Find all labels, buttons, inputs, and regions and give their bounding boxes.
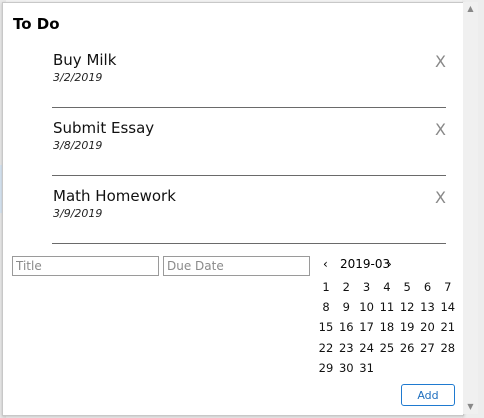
previous-month-icon[interactable]: ‹	[323, 257, 328, 271]
calendar-month-label: 2019-03	[340, 257, 391, 271]
calendar-day[interactable]: 20	[418, 317, 438, 337]
calendar-day[interactable]: 6	[418, 277, 438, 297]
todo-title: Math Homework	[53, 187, 176, 205]
calendar-day[interactable]: 27	[418, 338, 438, 358]
todo-popup: To Do Buy Milk 3/2/2019 X Submit Essay 3…	[2, 2, 464, 416]
calendar-day[interactable]: 31	[357, 358, 377, 378]
scroll-down-arrow-icon[interactable]: ▼	[463, 400, 478, 414]
todo-date: 3/8/2019	[53, 139, 103, 152]
calendar-day[interactable]: 21	[438, 317, 458, 337]
calendar-day[interactable]: 19	[397, 317, 417, 337]
calendar-header: ‹ 2019-03 ›	[316, 257, 462, 275]
todo-item: Submit Essay 3/8/2019 X	[52, 119, 446, 176]
calendar-day[interactable]: 29	[316, 358, 336, 378]
due-date-input[interactable]	[163, 256, 310, 276]
scrollbar[interactable]: ▲ ▼	[463, 2, 478, 414]
calendar-day[interactable]: 11	[377, 297, 397, 317]
todo-title: Submit Essay	[53, 119, 155, 137]
calendar-day[interactable]: 25	[377, 338, 397, 358]
calendar-day[interactable]: 14	[438, 297, 458, 317]
calendar-day[interactable]: 24	[357, 338, 377, 358]
calendar-day[interactable]: 7	[438, 277, 458, 297]
calendar-day[interactable]: 12	[397, 297, 417, 317]
calendar-day[interactable]: 3	[357, 277, 377, 297]
calendar-day[interactable]: 26	[397, 338, 417, 358]
todo-item: Buy Milk 3/2/2019 X	[52, 51, 446, 108]
add-button[interactable]: Add	[401, 384, 455, 406]
todo-item: Math Homework 3/9/2019 X	[52, 187, 446, 244]
todo-title: Buy Milk	[53, 51, 117, 69]
page-title: To Do	[13, 15, 60, 33]
title-input[interactable]	[12, 256, 159, 276]
scroll-up-arrow-icon[interactable]: ▲	[463, 2, 478, 16]
calendar-day[interactable]: 30	[336, 358, 356, 378]
calendar-day[interactable]: 5	[397, 277, 417, 297]
calendar-day[interactable]: 8	[316, 297, 336, 317]
calendar-day[interactable]: 16	[336, 317, 356, 337]
calendar-day[interactable]: 1	[316, 277, 336, 297]
remove-todo-button[interactable]: X	[435, 188, 446, 207]
calendar-day[interactable]: 22	[316, 338, 336, 358]
calendar-day[interactable]: 2	[336, 277, 356, 297]
calendar-day[interactable]: 4	[377, 277, 397, 297]
calendar-day[interactable]: 13	[418, 297, 438, 317]
todo-date: 3/9/2019	[53, 207, 103, 220]
calendar-day[interactable]: 18	[377, 317, 397, 337]
calendar-day[interactable]: 23	[336, 338, 356, 358]
next-month-icon[interactable]: ›	[387, 257, 392, 271]
calendar-day[interactable]: 15	[316, 317, 336, 337]
todo-date: 3/2/2019	[53, 71, 103, 84]
calendar-day[interactable]: 9	[336, 297, 356, 317]
calendar-day[interactable]: 10	[357, 297, 377, 317]
calendar-day[interactable]: 17	[357, 317, 377, 337]
calendar-day[interactable]: 28	[438, 338, 458, 358]
remove-todo-button[interactable]: X	[435, 120, 446, 139]
remove-todo-button[interactable]: X	[435, 52, 446, 71]
